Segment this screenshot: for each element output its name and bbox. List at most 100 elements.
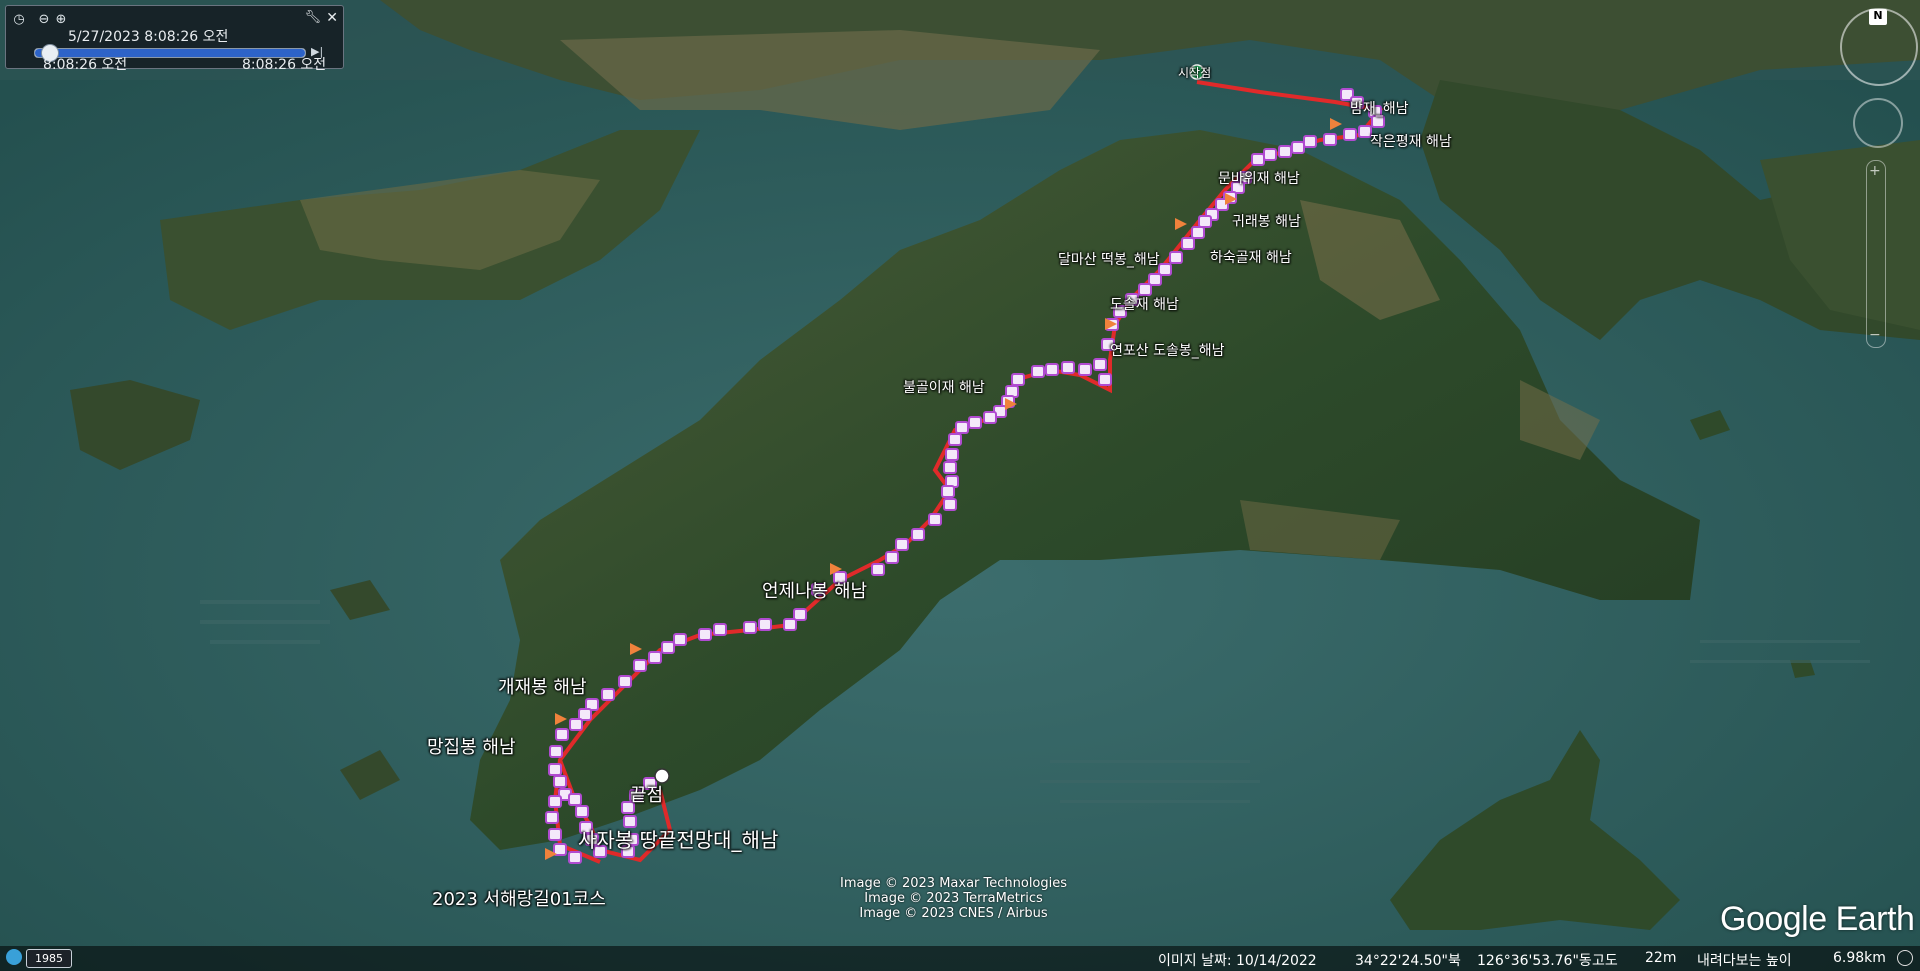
waypoint-marker-icon[interactable] xyxy=(1011,373,1025,386)
label-p1: 밤재_해남 xyxy=(1350,101,1409,117)
waypoint-marker-icon[interactable] xyxy=(575,805,589,818)
label-p2: 작은평재 해남 xyxy=(1370,134,1452,150)
waypoint-marker-icon[interactable] xyxy=(549,745,563,758)
waypoint-marker-icon[interactable] xyxy=(1078,363,1092,376)
satellite-map[interactable] xyxy=(0,0,1920,971)
waypoint-marker-icon[interactable] xyxy=(1098,373,1112,386)
waypoint-marker-icon[interactable] xyxy=(1181,237,1195,250)
waypoint-marker-icon[interactable] xyxy=(941,485,955,498)
waypoint-marker-icon[interactable] xyxy=(743,621,757,634)
elevation-value: 22m xyxy=(1645,950,1677,966)
waypoint-marker-icon[interactable] xyxy=(1148,273,1162,286)
current-time: 5/27/2023 8:08:26 오전 xyxy=(68,29,229,45)
look-joystick[interactable] xyxy=(1853,98,1903,148)
waypoint-marker-icon[interactable] xyxy=(758,618,772,631)
streaming-indicator-icon xyxy=(1897,950,1913,966)
waypoint-marker-icon[interactable] xyxy=(945,448,959,461)
waypoint-marker-icon[interactable] xyxy=(1158,263,1172,276)
waypoint-marker-icon[interactable] xyxy=(983,411,997,424)
waypoint-marker-icon[interactable] xyxy=(895,538,909,551)
waypoint-marker-icon[interactable] xyxy=(568,851,582,864)
waypoint-marker-icon[interactable] xyxy=(1045,363,1059,376)
wrench-icon[interactable]: 🔧︎ xyxy=(304,10,321,25)
close-icon[interactable]: ✕ xyxy=(326,10,338,26)
waypoint-marker-icon[interactable] xyxy=(618,675,632,688)
north-indicator[interactable]: N xyxy=(1869,9,1887,25)
waypoint-marker-icon[interactable] xyxy=(1061,361,1075,374)
waypoint-marker-icon[interactable] xyxy=(793,608,807,621)
zoom-slider[interactable]: + − xyxy=(1866,160,1886,348)
latitude: 34°22'24.50"북 xyxy=(1355,953,1461,969)
waypoint-marker-icon[interactable] xyxy=(1093,358,1107,371)
zoom-in-icon[interactable]: + xyxy=(1869,163,1881,179)
waypoint-marker-icon[interactable] xyxy=(545,811,559,824)
waypoint-marker-icon[interactable] xyxy=(1251,153,1265,166)
label-p7: 도솔재 해남 xyxy=(1110,297,1179,313)
waypoint-marker-icon[interactable] xyxy=(1263,148,1277,161)
waypoint-marker-icon[interactable] xyxy=(673,633,687,646)
waypoint-marker-icon[interactable] xyxy=(955,421,969,434)
waypoint-marker-icon[interactable] xyxy=(911,528,925,541)
compass-ring[interactable]: N xyxy=(1840,8,1918,86)
elevation-label: 고도 xyxy=(1592,953,1618,969)
waypoint-marker-icon[interactable] xyxy=(661,641,675,654)
waypoint-marker-icon[interactable] xyxy=(1323,133,1337,146)
waypoint-marker-icon[interactable] xyxy=(548,763,562,776)
waypoint-marker-icon[interactable] xyxy=(943,498,957,511)
waypoint-marker-icon[interactable] xyxy=(1343,128,1357,141)
credit-line: Image © 2023 TerraMetrics xyxy=(864,891,1043,906)
waypoint-marker-icon[interactable] xyxy=(555,728,569,741)
waypoint-marker-icon[interactable] xyxy=(943,461,957,474)
longitude: 126°36'53.76"동 xyxy=(1477,953,1592,969)
waypoint-marker-icon[interactable] xyxy=(1291,141,1305,154)
waypoint-marker-icon[interactable] xyxy=(553,775,567,788)
label-p3: 문바위재 해남 xyxy=(1218,171,1300,187)
time-end: 8:08:26 오전 xyxy=(242,57,327,73)
imagery-credits: Image © 2023 Maxar Technologies Image © … xyxy=(840,876,1067,921)
label-end: 끝점 xyxy=(630,785,664,806)
waypoint-marker-icon[interactable] xyxy=(1169,251,1183,264)
waypoint-marker-icon[interactable] xyxy=(698,628,712,641)
globe-icon[interactable] xyxy=(6,949,22,965)
clock-icon[interactable]: ◷ xyxy=(11,12,27,28)
waypoint-marker-icon[interactable] xyxy=(928,513,942,526)
credit-line: Image © 2023 CNES / Airbus xyxy=(859,906,1048,921)
waypoint-marker-icon[interactable] xyxy=(1303,135,1317,148)
waypoint-marker-icon[interactable] xyxy=(885,551,899,564)
waypoint-marker-icon[interactable] xyxy=(713,623,727,636)
image-date: 이미지 날짜: 10/14/2022 xyxy=(1158,953,1317,969)
credit-line: Image © 2023 Maxar Technologies xyxy=(840,876,1068,891)
zoom-out-icon[interactable]: − xyxy=(1869,327,1881,343)
historical-year-badge[interactable]: 1985 xyxy=(26,949,72,968)
label-p13: 사자봉 땅끝전망대_해남 xyxy=(578,828,779,852)
waypoint-marker-icon[interactable] xyxy=(871,563,885,576)
waypoint-marker-icon[interactable] xyxy=(601,688,615,701)
label-course: 2023 서해랑길01코스 xyxy=(432,889,606,910)
waypoint-marker-icon[interactable] xyxy=(1198,215,1212,228)
label-p10: 언제나봉 해남 xyxy=(762,581,868,602)
waypoint-marker-icon[interactable] xyxy=(548,828,562,841)
waypoint-marker-icon[interactable] xyxy=(948,433,962,446)
waypoint-marker-icon[interactable] xyxy=(783,618,797,631)
waypoint-marker-icon[interactable] xyxy=(1278,145,1292,158)
label-p9: 불골이재 해남 xyxy=(903,380,985,396)
waypoint-marker-icon[interactable] xyxy=(968,416,982,429)
time-start: 8:08:26 오전 xyxy=(43,57,128,73)
label-p4: 귀래봉 해남 xyxy=(1232,214,1301,230)
zoom-out-time-icon[interactable]: ⊖ xyxy=(36,12,52,28)
waypoint-marker-icon[interactable] xyxy=(1191,226,1205,239)
waypoint-marker-icon[interactable] xyxy=(648,651,662,664)
waypoint-marker-icon[interactable] xyxy=(548,795,562,808)
label-p11: 개재봉 해남 xyxy=(498,677,587,698)
time-slider-panel[interactable]: ◷ ⊖ ⊕ 🔧︎ ✕ 5/27/2023 8:08:26 오전 ▶| 8:08:… xyxy=(5,5,344,73)
waypoint-marker-icon[interactable] xyxy=(553,843,567,856)
zoom-in-time-icon[interactable]: ⊕ xyxy=(53,12,69,28)
google-earth-logo: Google Earth xyxy=(1720,900,1915,938)
waypoint-marker-icon[interactable] xyxy=(569,718,583,731)
eye-altitude-label: 내려다보는 높이 xyxy=(1697,953,1792,969)
label-p8: 연포산 도솔봉_해남 xyxy=(1110,343,1225,359)
waypoint-marker-icon[interactable] xyxy=(1031,365,1045,378)
waypoint-marker-icon[interactable] xyxy=(568,793,582,806)
label-p5: 달마산 떡봉_해남 xyxy=(1058,252,1160,268)
waypoint-marker-icon[interactable] xyxy=(633,659,647,672)
